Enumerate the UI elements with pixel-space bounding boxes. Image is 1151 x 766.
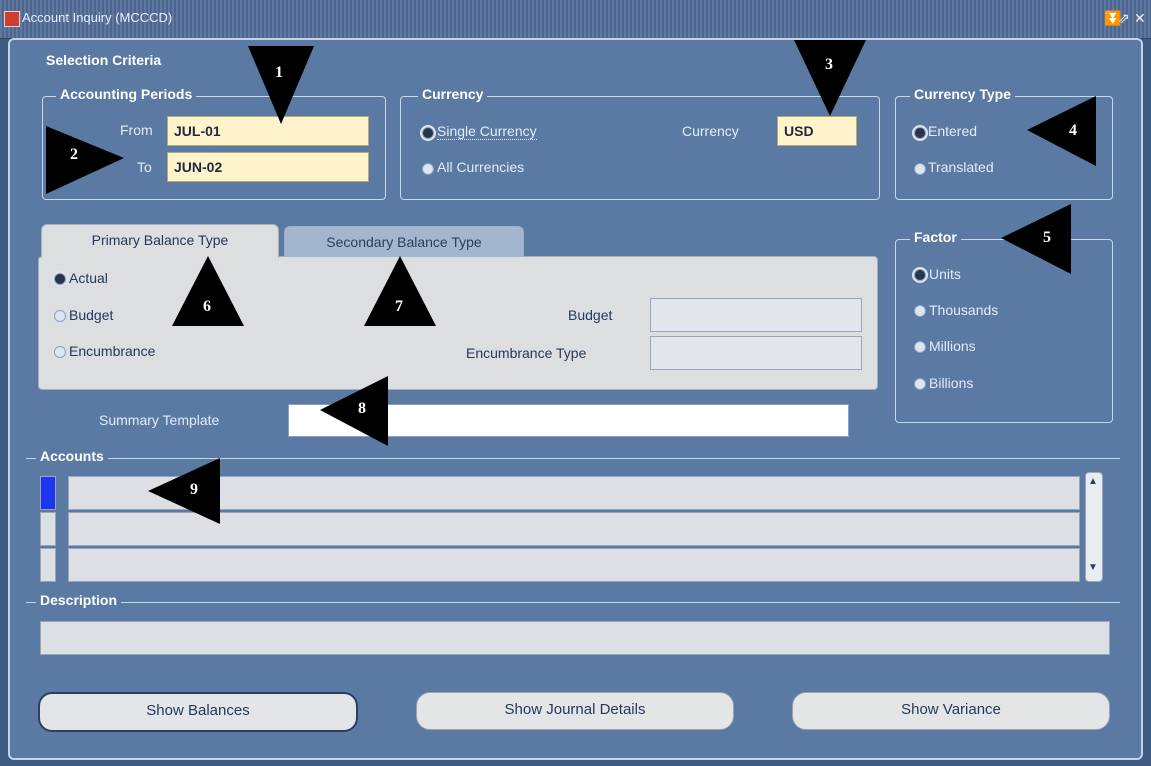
callout-label-2: 2 — [70, 146, 78, 163]
callout-label-8: 8 — [358, 400, 366, 417]
callout-label-1: 1 — [275, 64, 283, 81]
callout-label-7: 7 — [395, 298, 403, 315]
callout-label-3: 3 — [825, 56, 833, 73]
callout-markers — [46, 40, 1096, 524]
callout-arrow-9 — [148, 458, 220, 524]
callout-arrow-5 — [1001, 204, 1071, 274]
callout-label-4: 4 — [1069, 122, 1077, 139]
callout-label-9: 9 — [190, 481, 198, 498]
callout-arrow-8 — [320, 376, 388, 446]
callout-arrow-2 — [46, 126, 124, 194]
callout-arrow-1 — [248, 46, 314, 124]
callout-label-6: 6 — [203, 298, 211, 315]
callout-arrow-3 — [794, 40, 866, 116]
callout-label-5: 5 — [1043, 229, 1051, 246]
callout-arrow-4 — [1027, 96, 1096, 166]
